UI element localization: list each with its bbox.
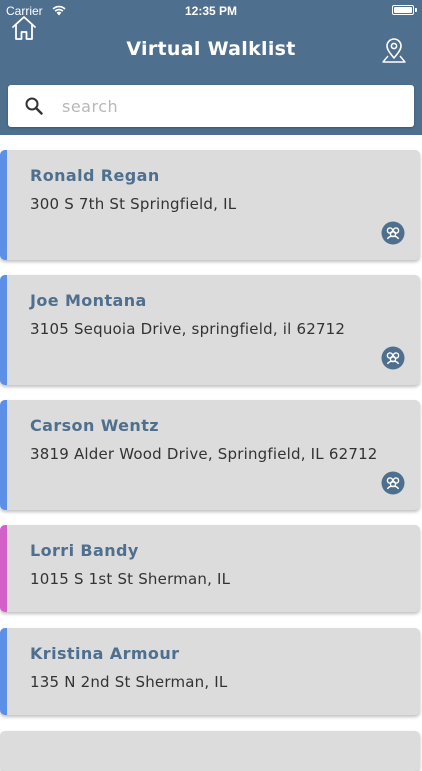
contact-address: 3819 Alder Wood Drive, Springfield, IL 6… — [30, 445, 378, 463]
list-item[interactable] — [0, 731, 420, 771]
map-pin-icon[interactable] — [380, 36, 408, 64]
contact-name: Kristina Armour — [30, 644, 180, 663]
contact-name: Ronald Regan — [30, 166, 160, 185]
list-item[interactable]: Lorri Bandy 1015 S 1st St Sherman, IL — [0, 525, 420, 612]
list-item[interactable]: Carson Wentz 3819 Alder Wood Drive, Spri… — [0, 400, 420, 510]
contact-address: 135 N 2nd St Sherman, IL — [30, 673, 228, 691]
battery-icon — [392, 5, 414, 15]
search-icon — [25, 97, 43, 115]
status-bar: Carrier 12:35 PM — [0, 0, 422, 22]
contact-name: Lorri Bandy — [30, 541, 139, 560]
card-accent-bar — [0, 150, 7, 260]
card-accent-bar — [0, 525, 7, 612]
contact-name: Carson Wentz — [30, 416, 159, 435]
contact-address: 3105 Sequoia Drive, springfield, il 6271… — [30, 320, 346, 338]
battery-cap — [415, 8, 417, 12]
group-icon[interactable] — [381, 346, 405, 370]
contact-address: 1015 S 1st St Sherman, IL — [30, 570, 231, 588]
card-accent-bar — [0, 275, 7, 385]
group-icon[interactable] — [381, 471, 405, 495]
list-item[interactable]: Ronald Regan 300 S 7th St Springfield, I… — [0, 150, 420, 260]
page-title: Virtual Walklist — [126, 38, 296, 60]
search-bar — [8, 85, 414, 127]
list-item[interactable]: Joe Montana 3105 Sequoia Drive, springfi… — [0, 275, 420, 385]
app-header: Carrier 12:35 PM Virtual Walklist — [0, 0, 422, 135]
card-accent-bar — [0, 400, 7, 510]
status-time: 12:35 PM — [184, 4, 238, 18]
contact-name: Joe Montana — [30, 291, 147, 310]
card-accent-bar — [0, 628, 7, 715]
list-item[interactable]: Kristina Armour 135 N 2nd St Sherman, IL — [0, 628, 420, 715]
group-icon[interactable] — [381, 221, 405, 245]
contact-address: 300 S 7th St Springfield, IL — [30, 195, 237, 213]
search-input[interactable] — [62, 85, 402, 127]
